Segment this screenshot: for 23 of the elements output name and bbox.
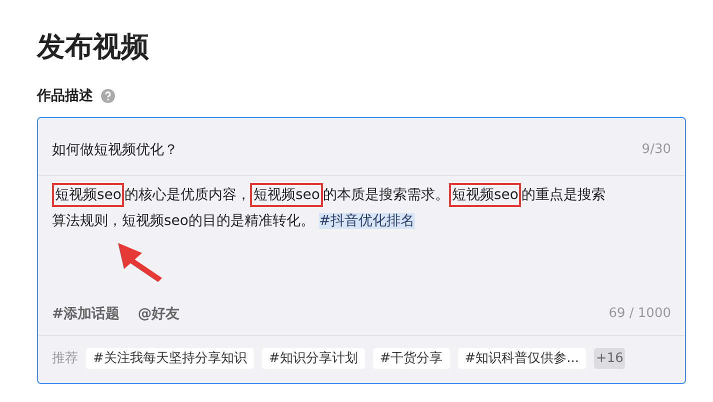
- topic-chip[interactable]: #知识分享计划: [262, 348, 365, 370]
- boxed-text: 短视频seo: [448, 182, 522, 207]
- description-text: 算法规则，短视频seo的目的是精准转化。: [52, 212, 314, 229]
- recommend-label: 推荐: [52, 350, 78, 368]
- help-icon[interactable]: [101, 89, 115, 104]
- description-text: 的核心是优质内容，: [124, 186, 250, 203]
- annotation-arrow: [118, 243, 162, 282]
- topic-tag[interactable]: #抖音优化排名: [318, 212, 415, 229]
- title-input[interactable]: 如何做短视频优化？: [52, 140, 178, 161]
- description-counter: 69 / 1000: [608, 305, 671, 324]
- topic-chip[interactable]: #干货分享: [372, 348, 450, 370]
- field-label: 作品描述: [37, 86, 93, 106]
- action-link[interactable]: @好友: [138, 304, 180, 325]
- boxed-text: 短视频seo: [250, 182, 323, 207]
- description-text: 的重点是搜索: [521, 186, 606, 203]
- page-title: 发布视频: [37, 30, 150, 64]
- title-counter: 9/30: [642, 140, 671, 159]
- description-text: 的本质是搜索需求。: [322, 186, 449, 203]
- topic-chip[interactable]: #知识科普仅供参...: [458, 348, 586, 370]
- more-button[interactable]: +16: [594, 348, 626, 370]
- topic-chip[interactable]: #关注我每天坚持分享知识: [86, 348, 254, 370]
- action-link[interactable]: #添加话题: [52, 304, 120, 325]
- boxed-text: 短视频seo: [52, 182, 124, 207]
